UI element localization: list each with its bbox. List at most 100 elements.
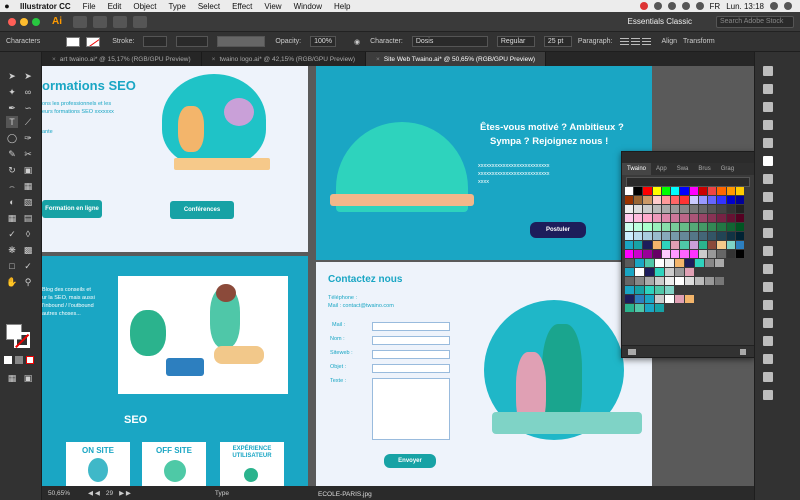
ellipse-tool-icon[interactable]: ◯ <box>6 132 18 144</box>
close-tab-icon[interactable]: × <box>376 56 380 63</box>
color-swatch[interactable] <box>661 223 671 231</box>
formations-desc-1[interactable]: ons les professionnels et les <box>42 100 111 108</box>
stroke-color-swatch[interactable] <box>86 36 101 47</box>
color-swatch[interactable] <box>735 241 745 249</box>
color-swatch[interactable] <box>625 187 634 195</box>
color-swatch[interactable] <box>698 232 708 240</box>
color-swatch[interactable] <box>726 187 735 195</box>
color-swatch[interactable] <box>671 196 680 204</box>
artboard-number[interactable]: 29 <box>106 490 113 497</box>
color-swatch[interactable] <box>680 241 689 249</box>
color-swatch[interactable] <box>675 295 684 303</box>
artboard-tool-icon[interactable]: □ <box>6 260 18 272</box>
layers-icon[interactable] <box>763 84 773 94</box>
color-swatch[interactable] <box>665 259 674 267</box>
tab-twaino-logo[interactable]: × twaino logo.ai* @ 42,15% (RGB/GPU Prev… <box>202 52 367 66</box>
blog-text-2[interactable]: ur la SEO, mais aussi <box>42 294 95 302</box>
graphic-styles-icon[interactable] <box>763 282 773 292</box>
color-guide-icon[interactable] <box>763 138 773 148</box>
color-swatch[interactable] <box>635 286 644 294</box>
color-swatch[interactable] <box>635 259 644 267</box>
hero-placeholder-1[interactable]: xxxxxxxxxxxxxxxxxxxxxxxxxx <box>478 162 550 170</box>
envoyer-button[interactable]: Envoyer <box>384 454 436 468</box>
color-swatch[interactable] <box>655 277 664 285</box>
color-swatch[interactable] <box>671 214 680 222</box>
character-icon[interactable] <box>763 336 773 346</box>
color-swatch[interactable] <box>689 250 698 258</box>
color-swatch[interactable] <box>652 250 661 258</box>
selection-tool-icon[interactable]: ➤ <box>6 70 18 82</box>
delete-swatch-icon[interactable] <box>740 349 746 355</box>
menu-list-icon[interactable] <box>784 2 792 10</box>
color-swatch[interactable] <box>645 268 654 276</box>
color-swatch[interactable] <box>715 259 724 267</box>
menu-object[interactable]: Object <box>127 2 162 11</box>
color-swatch[interactable] <box>735 205 745 213</box>
links-icon[interactable] <box>763 300 773 310</box>
color-swatch[interactable] <box>708 205 717 213</box>
color-swatch[interactable] <box>625 232 634 240</box>
close-tab-icon[interactable]: × <box>212 56 216 63</box>
form-input-mail[interactable] <box>372 322 450 331</box>
apple-icon[interactable]: ● <box>0 1 14 11</box>
rotate-tool-icon[interactable]: ↻ <box>6 164 18 176</box>
color-swatch[interactable] <box>717 250 726 258</box>
color-swatch[interactable] <box>735 250 745 258</box>
rotate-view-icon[interactable]: ◀ ◀ <box>88 489 100 497</box>
color-swatch[interactable] <box>645 277 654 285</box>
color-swatch[interactable] <box>726 250 735 258</box>
variable-width-profile[interactable] <box>176 36 209 47</box>
color-swatch[interactable] <box>735 196 745 204</box>
color-swatch[interactable] <box>645 295 654 303</box>
color-swatch[interactable] <box>708 232 717 240</box>
color-swatch[interactable] <box>698 196 708 204</box>
color-swatch[interactable] <box>698 187 708 195</box>
color-swatch[interactable] <box>689 205 698 213</box>
color-swatch[interactable] <box>726 223 735 231</box>
pencil-tool-icon[interactable]: ✎ <box>6 148 18 160</box>
slice-tool-icon[interactable]: ✓ <box>22 260 34 272</box>
color-swatch[interactable] <box>680 214 689 222</box>
direct-selection-tool-icon[interactable]: ➤ <box>22 70 34 82</box>
opacity-field[interactable]: 100% <box>310 36 337 47</box>
color-swatch[interactable] <box>726 232 735 240</box>
color-swatch[interactable] <box>655 304 664 312</box>
form-textarea-texte[interactable] <box>372 378 450 440</box>
color-swatch[interactable] <box>708 196 717 204</box>
color-swatch[interactable] <box>689 214 698 222</box>
tab-brushes[interactable]: Brus <box>693 163 715 175</box>
color-swatch[interactable] <box>726 196 735 204</box>
formations-desc-2[interactable]: eurs formations SEO xxxxxxx <box>42 108 114 116</box>
color-swatch[interactable] <box>705 277 714 285</box>
font-style-field[interactable]: Regular <box>496 36 535 47</box>
transparency-icon[interactable] <box>763 246 773 256</box>
color-swatch[interactable] <box>643 196 652 204</box>
color-swatch[interactable] <box>689 241 698 249</box>
recolor-icon[interactable]: ◉ <box>354 38 360 46</box>
color-swatch[interactable] <box>665 268 674 276</box>
color-swatch[interactable] <box>661 232 671 240</box>
color-swatch[interactable] <box>680 223 689 231</box>
character-label[interactable]: Character: <box>370 38 403 45</box>
color-swatch[interactable] <box>695 277 704 285</box>
blog-text-4[interactable]: autres choses... <box>42 310 81 318</box>
column-graph-tool-icon[interactable]: ▩ <box>22 244 34 256</box>
color-swatch[interactable] <box>643 205 652 213</box>
color-swatch[interactable] <box>708 241 717 249</box>
color-swatch[interactable] <box>634 205 643 213</box>
artboard-blog-seo[interactable]: Blog des conseils et ur la SEO, mais aus… <box>42 256 308 486</box>
align-right-icon[interactable] <box>642 37 652 46</box>
color-swatch[interactable] <box>652 205 661 213</box>
color-swatch[interactable] <box>680 232 689 240</box>
color-swatch[interactable] <box>655 268 664 276</box>
color-swatch[interactable] <box>634 241 643 249</box>
type-tool-icon[interactable]: T <box>6 116 18 128</box>
swatches-panel-header[interactable] <box>622 152 754 163</box>
color-swatch[interactable] <box>680 187 689 195</box>
form-input-nom[interactable] <box>372 336 450 345</box>
align-center-icon[interactable] <box>631 37 641 46</box>
color-swatch[interactable] <box>634 196 643 204</box>
color-swatch[interactable] <box>735 214 745 222</box>
close-tab-icon[interactable]: × <box>52 56 56 63</box>
next-artboard-icon[interactable]: ▶ ▶ <box>119 489 131 497</box>
